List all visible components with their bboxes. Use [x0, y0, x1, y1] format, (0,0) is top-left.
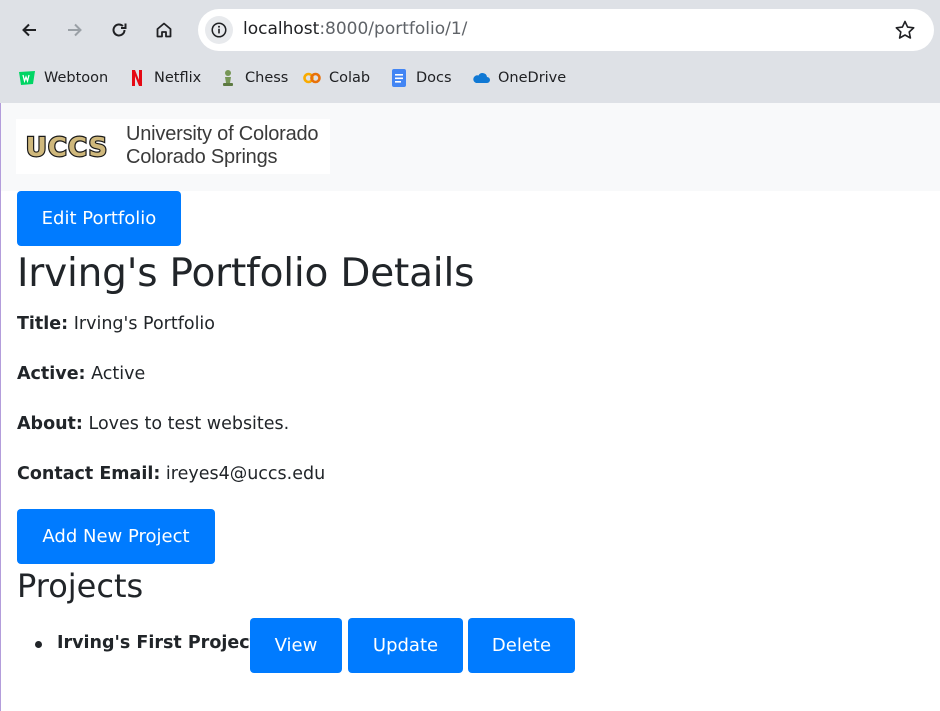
svg-text:UCCS: UCCS	[26, 133, 108, 161]
url-text: localhost:8000/portfolio/1/	[243, 19, 467, 39]
about-value: Loves to test websites.	[88, 414, 290, 434]
address-bar[interactable]: localhost:8000/portfolio/1/	[198, 9, 934, 51]
active-value: Active	[91, 364, 146, 384]
uccs-logo-mark: UCCS	[25, 132, 109, 161]
bullet	[35, 641, 42, 648]
bookmark-colab[interactable]: Colab	[302, 66, 370, 90]
active-field: Active: Active	[17, 364, 145, 384]
update-project-button[interactable]: Update	[348, 618, 463, 673]
netflix-icon	[127, 68, 147, 88]
view-project-button[interactable]: View	[250, 618, 342, 673]
back-button[interactable]	[13, 13, 47, 47]
page-title: Irving's Portfolio Details	[17, 251, 475, 296]
url-path: :8000/portfolio/1/	[319, 19, 468, 39]
bookmark-label: Docs	[416, 70, 452, 86]
page-border	[0, 103, 1, 711]
email-label: Contact Email:	[17, 464, 161, 484]
about-field: About: Loves to test websites.	[17, 414, 289, 434]
bookmark-label: Colab	[329, 70, 371, 86]
bookmark-onedrive[interactable]: OneDrive	[471, 66, 566, 90]
colab-icon	[302, 68, 322, 88]
arrow-right-icon	[68, 23, 82, 37]
active-label: Active:	[17, 364, 86, 384]
email-value: ireyes4@uccs.edu	[165, 464, 326, 484]
bookmark-label: Netflix	[154, 70, 202, 86]
bookmark-star-icon[interactable]	[894, 19, 916, 41]
title-value: Irving's Portfolio	[73, 314, 216, 334]
reload-button[interactable]	[102, 13, 136, 47]
arrow-left-icon	[22, 23, 36, 37]
bookmark-chess[interactable]: Chess	[218, 66, 288, 90]
delete-project-button[interactable]: Delete	[468, 618, 575, 673]
bookmark-label: Webtoon	[44, 70, 109, 86]
add-project-button[interactable]: Add New Project	[17, 509, 215, 564]
webtoon-icon	[17, 68, 37, 88]
about-label: About:	[17, 414, 83, 434]
logo-line-1: University of Colorado	[126, 123, 319, 145]
navbar: UCCS University of Colorado Colorado Spr…	[0, 103, 940, 191]
logo-line-2: Colorado Springs	[126, 146, 278, 168]
logo-wordmark: University of Colorado Colorado Springs	[126, 123, 319, 169]
email-field: Contact Email: ireyes4@uccs.edu	[17, 464, 325, 484]
chess-icon	[218, 68, 238, 88]
project-name: Irving's First Project	[57, 633, 258, 653]
bookmark-label: OneDrive	[498, 70, 567, 86]
bookmark-netflix[interactable]: Netflix	[127, 66, 201, 90]
uccs-logo[interactable]: UCCS University of Colorado Colorado Spr…	[16, 119, 330, 174]
info-icon	[211, 22, 227, 38]
bookmark-label: Chess	[245, 70, 289, 86]
reload-icon	[112, 23, 127, 37]
site-info-button[interactable]	[205, 16, 233, 44]
onedrive-icon	[471, 68, 491, 88]
bookmark-docs[interactable]: Docs	[389, 66, 452, 90]
bookmarks-bar: Webtoon Netflix Chess Colab Docs OneDriv…	[0, 62, 940, 92]
url-host: localhost	[243, 19, 320, 39]
projects-heading: Projects	[17, 567, 144, 605]
bookmark-webtoon[interactable]: Webtoon	[17, 66, 108, 90]
edit-portfolio-button[interactable]: Edit Portfolio	[17, 191, 181, 246]
home-icon	[156, 22, 172, 38]
home-button[interactable]	[147, 13, 181, 47]
page-content: UCCS University of Colorado Colorado Spr…	[0, 103, 940, 711]
forward-button[interactable]	[57, 13, 91, 47]
title-field: Title: Irving's Portfolio	[17, 314, 215, 334]
docs-icon	[389, 68, 409, 88]
browser-chrome: localhost:8000/portfolio/1/ Webtoon Netf…	[0, 0, 940, 103]
title-label: Title:	[17, 314, 69, 334]
